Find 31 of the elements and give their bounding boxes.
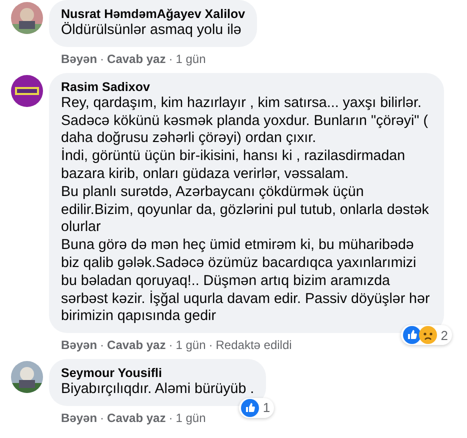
comment-text: Biyabırçılıqdır. Aləmi bürüyüb .	[61, 381, 254, 399]
comment-text: İndi, görüntü üçün bir-ikisini, hansı ki , razilasdirmadan bazara kirib, onları güdaza verirlər, vəssalam.	[61, 148, 406, 184]
author-name[interactable]: Rasim Sadixov	[61, 78, 432, 95]
timestamp-link[interactable]: 1 gün	[176, 410, 206, 425]
comment-text: Öldürülsünlər asmaq yolu ilə	[61, 22, 242, 40]
reaction-summary[interactable]: 1	[238, 398, 274, 418]
author-name[interactable]: Seymour Yousifli	[61, 365, 254, 382]
action-link[interactable]: Bəyən	[61, 52, 98, 66]
sad-face-icon	[418, 326, 437, 344]
action-link[interactable]: Cavab yaz	[107, 52, 166, 66]
separator-dot: ·	[100, 410, 104, 425]
separator-dot: ·	[168, 52, 173, 66]
comment-text: Rey, qardaşım, kim hazırlayır , kim satırsa... yaxşı bilirlər. Sadəcə kökünü kəsmək planda yoxdur. Bunların "çörəyi" ( daha doğrusu zəhərli çörəyi) ordan çıxır.	[61, 94, 429, 148]
comment-text: Bu planlı surətdə, Azərbaycanı çökdürmək üçün edilir.Bizim, qoyunlar da, gözlərini pul tutub, onlarla dəstək olurlar	[61, 184, 430, 238]
action-link[interactable]: Bəyən	[61, 338, 98, 352]
separator-dot: ·	[100, 52, 104, 66]
action-link[interactable]: Cavab yaz	[107, 338, 166, 352]
action-link[interactable]: Cavab yaz	[107, 410, 166, 425]
separator-dot: ·	[168, 338, 173, 352]
thumbs-up-icon	[402, 326, 421, 344]
separator-dot: ·	[100, 338, 104, 352]
reaction-summary[interactable]: 2	[400, 325, 452, 346]
author-name[interactable]: Nusrat HəmdəmAğayev Xalilov	[61, 6, 246, 22]
comment-text: Buna görə də mən heç ümid etmirəm ki, bu müharibədə biz qalib gələk.Sadəcə özümüz bacardıqca yaxınlarımizi bu bəladan qoruyaq!.. Düşmən artıq bizim aramızda sərbəst kəzir. İşğal uqurla davam edir. Passiv döyüşlər hər birimizin qapısında gedir	[61, 237, 431, 326]
edited-note: Redaktə edildi	[216, 338, 292, 352]
timestamp-link[interactable]: 1 gün	[176, 338, 206, 352]
action-link[interactable]: Bəyən	[61, 410, 98, 425]
separator-dot: ·	[168, 410, 173, 425]
separator-dot: ·	[208, 338, 213, 352]
thumbs-up-icon	[240, 398, 259, 417]
timestamp-link[interactable]: 1 gün	[176, 52, 206, 66]
